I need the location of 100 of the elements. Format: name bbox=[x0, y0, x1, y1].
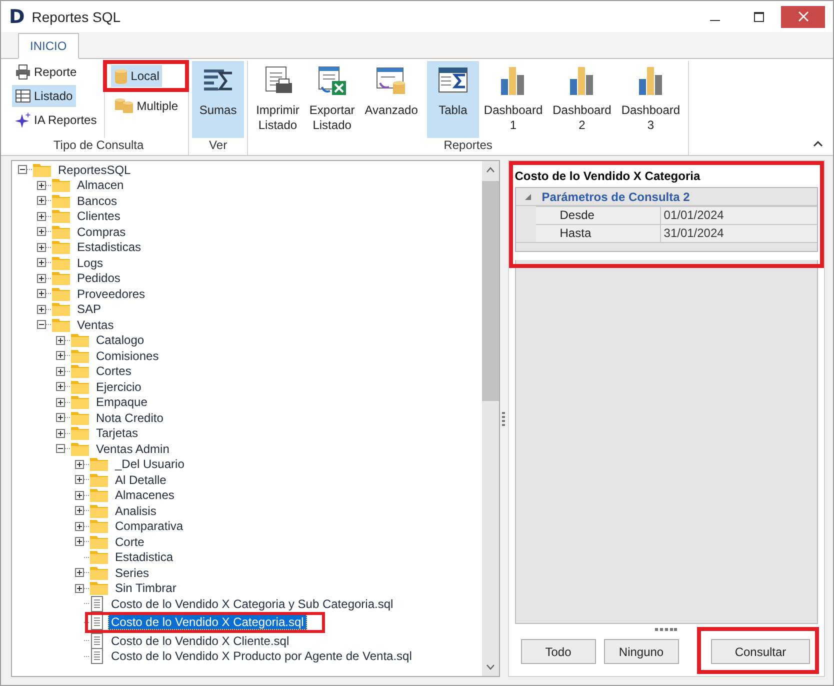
ribbon-button[interactable]: Sumas bbox=[192, 61, 244, 138]
folder-icon bbox=[52, 240, 70, 254]
tree-item[interactable]: Series bbox=[112, 564, 152, 581]
close-button[interactable] bbox=[781, 6, 825, 28]
ribbon-button[interactable]: IA Reportes bbox=[12, 109, 100, 131]
collapse-icon[interactable] bbox=[37, 320, 46, 330]
tree-item[interactable]: Corte bbox=[112, 534, 148, 550]
expand-icon[interactable] bbox=[75, 522, 84, 531]
ribbon-button[interactable]: Reporte bbox=[12, 61, 80, 83]
expand-icon[interactable] bbox=[75, 568, 84, 578]
scroll-up-icon[interactable] bbox=[486, 167, 495, 173]
document-icon bbox=[90, 632, 104, 649]
expand-icon[interactable] bbox=[56, 413, 65, 422]
tree-item[interactable]: Estadisticas bbox=[74, 239, 144, 256]
ribbon-button[interactable]: Exportar Listado bbox=[304, 61, 360, 138]
tree-item[interactable]: SAP bbox=[74, 301, 104, 318]
expand-icon[interactable] bbox=[75, 490, 84, 500]
tree-item[interactable]: Bancos bbox=[74, 192, 120, 209]
action-button[interactable]: Ninguno bbox=[604, 639, 679, 664]
expand-icon[interactable] bbox=[75, 506, 84, 516]
tree-item[interactable]: Ventas bbox=[74, 316, 117, 333]
scroll-down-icon[interactable] bbox=[486, 664, 495, 670]
tree-item[interactable]: ReportesSQL bbox=[55, 162, 134, 178]
expand-icon[interactable] bbox=[56, 366, 65, 376]
expand-icon[interactable] bbox=[75, 475, 84, 484]
collapse-icon[interactable] bbox=[18, 165, 27, 174]
scrollbar[interactable] bbox=[482, 161, 499, 676]
tree-item[interactable]: Cortes bbox=[93, 363, 134, 380]
tree-item[interactable]: Sin Timbrar bbox=[112, 580, 180, 596]
printer-icon bbox=[15, 64, 31, 80]
scroll-thumb[interactable] bbox=[482, 181, 499, 401]
expand-icon[interactable] bbox=[37, 212, 46, 221]
expand-icon[interactable] bbox=[37, 274, 46, 283]
maximize-icon[interactable] bbox=[754, 12, 764, 22]
tree-item[interactable]: Pedidos bbox=[74, 270, 124, 286]
collapse-icon[interactable] bbox=[56, 444, 65, 454]
tree-item[interactable]: Costo de lo Vendido X Categoria y Sub Categoria.sql bbox=[108, 596, 396, 612]
ribbon-button[interactable]: Dashboard 3 bbox=[616, 61, 686, 138]
tree-item[interactable]: Almacen bbox=[74, 177, 127, 194]
tree-item[interactable]: Analisis bbox=[112, 502, 160, 519]
expand-icon[interactable] bbox=[37, 304, 46, 314]
ribbon-button[interactable]: Listado bbox=[12, 85, 76, 107]
folder-icon bbox=[52, 318, 70, 332]
expand-icon[interactable] bbox=[75, 537, 84, 546]
expand-icon[interactable] bbox=[37, 242, 46, 252]
splitter-grip-icon[interactable] bbox=[502, 412, 506, 426]
category-label: Parámetros de Consulta 2 bbox=[542, 190, 690, 204]
expand-icon[interactable] bbox=[56, 336, 65, 345]
folder-icon bbox=[90, 457, 108, 472]
expand-icon[interactable] bbox=[56, 428, 65, 438]
expand-icon[interactable] bbox=[37, 289, 46, 298]
folder-icon bbox=[33, 162, 51, 177]
expand-icon[interactable] bbox=[56, 398, 65, 407]
collapse-icon[interactable] bbox=[813, 141, 823, 147]
folder-icon bbox=[71, 364, 89, 378]
folder-icon bbox=[52, 286, 70, 301]
tree-item[interactable]: Tarjetas bbox=[93, 425, 142, 442]
folder-icon bbox=[90, 472, 108, 487]
property-value[interactable]: 31/01/2024 bbox=[660, 225, 724, 242]
splitter-grip-icon[interactable] bbox=[655, 628, 678, 631]
tree-item[interactable]: Ejercicio bbox=[93, 378, 144, 395]
tree-item[interactable]: Al Detalle bbox=[112, 472, 170, 488]
ribbon-button[interactable]: Local bbox=[110, 65, 162, 87]
tree-item[interactable]: Almacenes bbox=[112, 487, 178, 504]
action-button[interactable]: Todo bbox=[520, 639, 596, 664]
tree-item[interactable]: Costo de lo Vendido X Categoria.sql bbox=[108, 614, 307, 630]
tree-item[interactable]: Ventas Admin bbox=[93, 440, 172, 457]
ribbon-tab[interactable]: INICIO bbox=[18, 33, 79, 59]
tree-item[interactable]: Comisiones bbox=[93, 348, 162, 364]
expand-icon[interactable] bbox=[37, 227, 46, 236]
tree-item[interactable]: Costo de lo Vendido X Cliente.sql bbox=[108, 632, 292, 649]
action-button[interactable]: Consultar bbox=[711, 639, 810, 664]
ribbon-button[interactable]: Avanzado bbox=[360, 61, 423, 138]
tree-item[interactable]: Costo de lo Vendido X Producto por Agente de Venta.sql bbox=[108, 648, 415, 664]
tree-item[interactable]: Estadistica bbox=[112, 549, 176, 566]
tree-item[interactable]: Compras bbox=[74, 224, 129, 240]
tree-item[interactable]: Comparativa bbox=[112, 518, 186, 534]
ribbon-button[interactable]: Multiple bbox=[110, 95, 182, 117]
expand-icon[interactable] bbox=[75, 584, 84, 593]
tree-item[interactable]: Empaque bbox=[93, 394, 150, 410]
tree-item[interactable]: Proveedores bbox=[74, 286, 148, 302]
property-value[interactable]: 01/01/2024 bbox=[660, 207, 724, 224]
expand-icon[interactable] bbox=[37, 180, 46, 190]
ribbon-button[interactable]: Tabla bbox=[426, 61, 479, 138]
ribbon-button[interactable]: Dashboard 2 bbox=[548, 61, 616, 138]
expand-icon[interactable] bbox=[56, 382, 65, 392]
document-icon bbox=[90, 648, 104, 664]
ribbon-button[interactable]: Dashboard 1 bbox=[478, 61, 548, 138]
folder-icon bbox=[52, 256, 70, 270]
ribbon-button[interactable]: Imprimir Listado bbox=[251, 61, 304, 138]
report-title: Costo de lo Vendido X Categoria bbox=[514, 168, 702, 185]
expand-icon[interactable] bbox=[56, 351, 65, 360]
tree-item[interactable]: Nota Credito bbox=[93, 410, 166, 426]
tree-item[interactable]: Catalogo bbox=[93, 332, 148, 348]
tree-item[interactable]: _Del Usuario bbox=[112, 456, 188, 472]
tree-item[interactable]: Clientes bbox=[74, 208, 124, 224]
expand-icon[interactable] bbox=[37, 258, 46, 268]
expand-icon[interactable] bbox=[75, 460, 84, 469]
expand-icon[interactable] bbox=[37, 196, 46, 206]
tree-item[interactable]: Logs bbox=[74, 254, 106, 271]
